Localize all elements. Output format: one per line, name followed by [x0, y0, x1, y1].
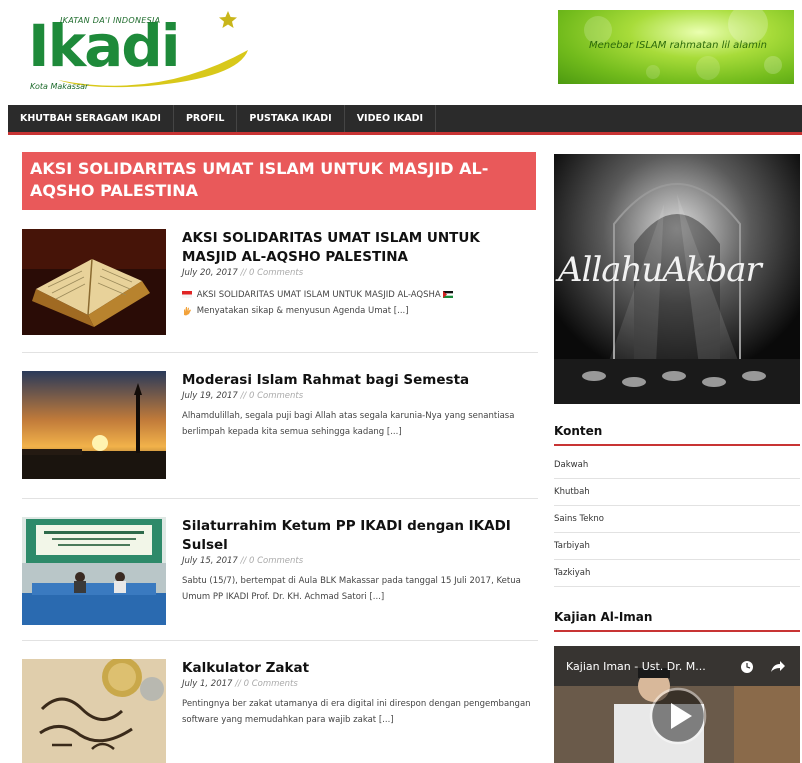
post-body: Silaturrahim Ketum PP IKADI dengan IKADI… [182, 517, 538, 605]
post-divider [22, 352, 538, 353]
post-excerpt: Alhamdulillah, segala puji bagi Allah at… [182, 411, 515, 437]
category-link-tarbiyah[interactable]: Tarbiyah [554, 533, 800, 560]
meta-separator: // [240, 391, 247, 401]
sunset-mosque-image [22, 371, 166, 479]
post-comments-link[interactable]: 0 Comments [249, 391, 303, 401]
post-body: Kalkulator Zakat July 1, 2017 // 0 Comme… [182, 659, 538, 728]
nav-item-profil[interactable]: PROFIL [174, 105, 238, 132]
post-thumbnail[interactable] [22, 229, 166, 335]
category-link-dakwah[interactable]: Dakwah [554, 452, 800, 479]
widget-title-kajian: Kajian Al-Iman [554, 610, 800, 632]
meta-separator: // [240, 268, 247, 278]
quran-book-image [22, 229, 166, 335]
nav-item-video[interactable]: VIDEO IKADI [345, 105, 437, 132]
clock-icon[interactable] [740, 660, 754, 674]
palestine-flag-icon [443, 291, 454, 298]
post-title-link[interactable]: Silaturrahim Ketum PP IKADI dengan IKADI… [182, 517, 538, 555]
meta-separator: // [235, 679, 241, 689]
post-meta: July 1, 2017 // 0 Comments [182, 679, 538, 689]
post-excerpt-line2: Menyatakan sikap & menyusun Agenda Umat … [196, 306, 409, 316]
post-date: July 15, 2017 [182, 556, 238, 566]
post-date: July 1, 2017 [182, 679, 233, 689]
category-link-tazkiyah[interactable]: Tazkiyah [554, 560, 800, 587]
video-embed[interactable]: Kajian Iman - Ust. Dr. M... [554, 646, 800, 763]
banner-slogan: Menebar ISLAM rahmatan lil alamin [589, 40, 767, 51]
logo-city: Kota Makassar [30, 82, 89, 91]
share-icon[interactable] [770, 660, 786, 674]
post-body: AKSI SOLIDARITAS UMAT ISLAM UNTUK MASJID… [182, 229, 538, 319]
post-body: Moderasi Islam Rahmat bagi Semesta July … [182, 371, 538, 440]
post-thumbnail[interactable] [22, 659, 166, 763]
post-comments-link[interactable]: 0 Comments [249, 556, 303, 566]
post-meta: July 19, 2017 // 0 Comments [182, 391, 538, 401]
post-divider [22, 640, 538, 641]
archive-title: AKSI SOLIDARITAS UMAT ISLAM UNTUK MASJID… [22, 152, 536, 210]
video-title[interactable]: Kajian Iman - Ust. Dr. M... [566, 660, 706, 673]
logo-tagline: IKATAN DA'I INDONESIA [60, 16, 161, 25]
zakat-calligraphy-image [22, 659, 166, 763]
post-excerpt: Sabtu (15/7), bertempat di Aula BLK Maka… [182, 576, 521, 602]
main-nav: KHUTBAH SERAGAM IKADI PROFIL PUSTAKA IKA… [8, 105, 802, 135]
play-icon[interactable] [648, 686, 708, 746]
post-meta: July 15, 2017 // 0 Comments [182, 556, 538, 566]
post-comments-link[interactable]: 0 Comments [244, 679, 298, 689]
post-date: July 20, 2017 [182, 268, 238, 278]
logo-wordmark: Ikadi [28, 12, 181, 80]
post-item: AKSI SOLIDARITAS UMAT ISLAM UNTUK MASJID… [22, 229, 538, 335]
post-thumbnail[interactable] [22, 371, 166, 479]
sidebar-allahuakbar-image[interactable]: AllahuAkbar [554, 154, 800, 404]
category-link-sains-tekno[interactable]: Sains Tekno [554, 506, 800, 533]
post-item: Silaturrahim Ketum PP IKADI dengan IKADI… [22, 517, 538, 625]
indonesia-flag-icon [182, 291, 192, 298]
event-photo-image [22, 517, 166, 625]
post-item: Moderasi Islam Rahmat bagi Semesta July … [22, 371, 538, 479]
post-thumbnail[interactable] [22, 517, 166, 625]
post-title-link[interactable]: Moderasi Islam Rahmat bagi Semesta [182, 371, 538, 390]
widget-title-konten: Konten [554, 424, 800, 446]
nav-item-khutbah[interactable]: KHUTBAH SERAGAM IKADI [8, 105, 174, 132]
post-date: July 19, 2017 [182, 391, 238, 401]
site-logo[interactable]: Ikadi IKATAN DA'I INDONESIA Kota Makassa… [28, 8, 258, 94]
post-excerpt-line1: AKSI SOLIDARITAS UMAT ISLAM UNTUK MASJID… [196, 290, 441, 300]
post-excerpt: Pentingnya ber zakat utamanya di era dig… [182, 699, 531, 725]
nav-item-pustaka[interactable]: PUSTAKA IKADI [237, 105, 345, 132]
raised-hand-icon [184, 306, 191, 315]
header-banner: Menebar ISLAM rahmatan lil alamin [558, 10, 794, 84]
star-icon [219, 11, 237, 28]
post-meta: July 20, 2017 // 0 Comments [182, 268, 538, 278]
post-title-link[interactable]: Kalkulator Zakat [182, 659, 538, 678]
post-divider [22, 498, 538, 499]
category-list: Dakwah Khutbah Sains Tekno Tarbiyah Tazk… [554, 452, 800, 587]
post-item: Kalkulator Zakat July 1, 2017 // 0 Comme… [22, 659, 538, 763]
meta-separator: // [240, 556, 247, 566]
category-link-khutbah[interactable]: Khutbah [554, 479, 800, 506]
post-excerpt: AKSI SOLIDARITAS UMAT ISLAM UNTUK MASJID… [182, 287, 538, 319]
image-caption-text: AllahuAkbar [558, 250, 762, 290]
post-title-link[interactable]: AKSI SOLIDARITAS UMAT ISLAM UNTUK MASJID… [182, 229, 538, 267]
post-comments-link[interactable]: 0 Comments [249, 268, 303, 278]
